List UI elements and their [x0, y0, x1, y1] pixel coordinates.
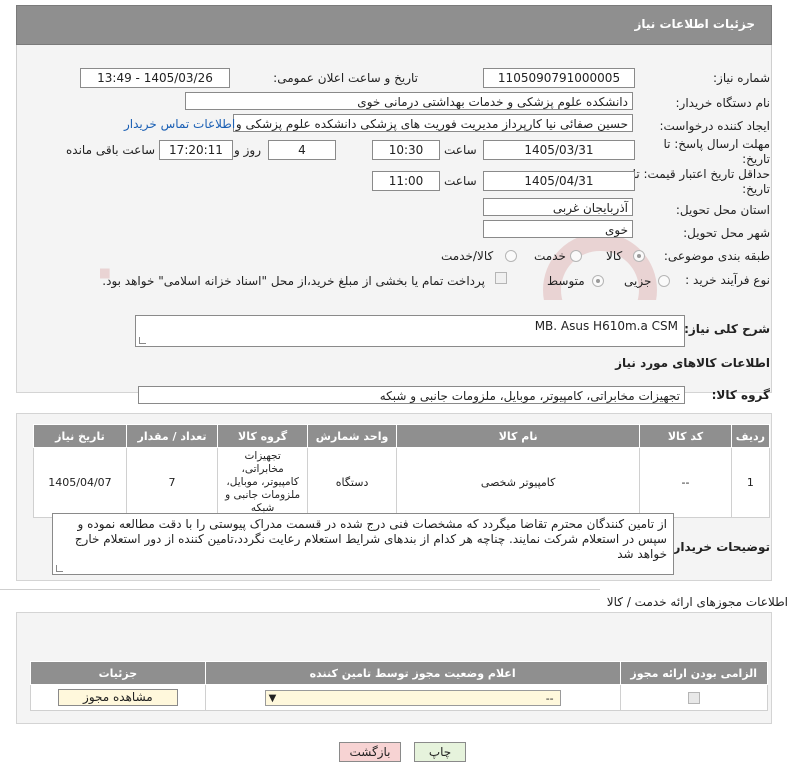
license-status-select[interactable]: -- ▼ [264, 689, 561, 706]
buyer-field: دانشکده علوم پزشکی و خدمات بهداشتی درمان… [185, 92, 633, 110]
deadline-date-field: 1405/03/31 [483, 140, 635, 160]
deadline-label: مهلت ارسال پاسخ: تا تاریخ: [663, 137, 770, 166]
header-bar: جزئیات اطلاعات نیاز [16, 5, 772, 45]
col-license-status: اعلام وضعیت مجوز توسط تامین کننده [204, 661, 621, 685]
back-button[interactable]: بازگشت [339, 742, 401, 762]
province-field: آذربایجان غربی [483, 198, 633, 216]
deadline-time-label: ساعت [444, 143, 477, 157]
city-label: شهر محل تحویل: [683, 226, 770, 240]
license-required-cell [619, 684, 769, 711]
cell-qty: 7 [125, 447, 219, 518]
col-row: ردیف [730, 424, 771, 448]
items-table: ردیف کد کالا نام کالا واحد شمارش گروه کا… [33, 424, 771, 518]
licenses-table: الزامی بودن ارائه مجوز اعلام وضعیت مجوز … [30, 661, 769, 711]
remaining-time-field: 17:20:11 [159, 140, 233, 160]
category-option-both: کالا/خدمت [441, 249, 494, 263]
process-label: نوع فرآیند خرید : [685, 273, 770, 287]
table-row: -- ▼ مشاهده مجوز [30, 684, 769, 711]
col-qty: تعداد / مقدار [125, 424, 219, 448]
category-radio-goods[interactable] [633, 250, 645, 262]
category-option-goods: کالا [606, 249, 623, 263]
buyer-notes-text: از تامین کنندگان محترم تقاضا میگردد که م… [74, 517, 667, 561]
page-title: جزئیات اطلاعات نیاز [634, 17, 755, 31]
license-required-checkbox[interactable] [687, 692, 700, 704]
treasury-payment-checkbox[interactable] [495, 272, 507, 284]
process-radio-medium[interactable] [592, 275, 604, 287]
goods-section-title: اطلاعات کالاهای مورد نیاز [615, 356, 770, 370]
view-license-button[interactable]: مشاهده مجوز [57, 689, 178, 706]
description-label: شرح کلی نیاز: [684, 322, 770, 336]
validity-time-label: ساعت [444, 174, 477, 188]
cell-group: تجهیزات مخابراتی، کامپیوتر، موبایل، ملزو… [217, 447, 309, 518]
table-row: 1 -- کامپیوتر شخصی دستگاه تجهیزات مخابرا… [33, 447, 771, 518]
licenses-title: اطلاعات مجوزهای ارائه خدمت / کالا [606, 595, 788, 609]
validity-label: حداقل تاریخ اعتبار قیمت: تا تاریخ: [632, 167, 770, 196]
process-option-minor: جزیی [624, 274, 652, 288]
category-radio-both[interactable] [505, 250, 517, 262]
buyer-notes-textarea[interactable]: از تامین کنندگان محترم تقاضا میگردد که م… [52, 513, 674, 575]
chevron-down-icon: ▼ [268, 692, 277, 704]
process-radio-minor[interactable] [658, 275, 670, 287]
deadline-time-field: 10:30 [372, 140, 440, 160]
col-license-required: الزامی بودن ارائه مجوز [619, 661, 769, 685]
resize-handle-icon[interactable] [139, 337, 146, 344]
col-code: کد کالا [639, 424, 732, 448]
goods-group-label: گروه کالا: [711, 388, 770, 402]
col-group: گروه کالا [217, 424, 309, 448]
resize-handle-icon[interactable] [56, 565, 63, 572]
col-license-details: جزئیات [30, 661, 206, 685]
buyer-notes-label: توضیحات خریدار: [668, 540, 770, 554]
buyer-contact-link[interactable]: اطلاعات تماس خریدار [124, 117, 235, 131]
license-status-cell: -- ▼ [204, 684, 621, 711]
treasury-payment-text: پرداخت تمام یا بخشی از مبلغ خرید،از محل … [102, 274, 485, 288]
validity-time-field: 11:00 [372, 171, 440, 191]
city-field: خوی [483, 220, 633, 238]
category-option-service: خدمت [534, 249, 566, 263]
province-label: استان محل تحویل: [675, 203, 770, 217]
col-unit: واحد شمارش [307, 424, 398, 448]
cell-name: کامپیوتر شخصی [396, 447, 641, 518]
days-field: 4 [268, 140, 336, 160]
col-name: نام کالا [396, 424, 641, 448]
announce-field: 1405/03/26 - 13:49 [80, 68, 230, 88]
process-option-medium: متوسط [547, 274, 585, 288]
category-radio-service[interactable] [570, 250, 582, 262]
announce-label: تاریخ و ساعت اعلان عمومی: [273, 71, 418, 85]
validity-date-field: 1405/04/31 [483, 171, 635, 191]
description-textarea[interactable]: MB. Asus H610m.a CSM [135, 315, 685, 347]
description-text: MB. Asus H610m.a CSM [534, 319, 678, 333]
license-status-value: -- [545, 691, 554, 705]
buyer-label: نام دستگاه خریدار: [675, 96, 771, 110]
cell-row: 1 [730, 447, 771, 518]
goods-group-field: تجهیزات مخابراتی، کامپیوتر، موبایل، ملزو… [138, 386, 685, 404]
requester-field: حسین صفائی نیا کارپرداز مدیریت فوریت های… [233, 114, 633, 132]
category-label: طبقه بندی موضوعی: [663, 249, 770, 263]
col-date: تاریخ نیاز [33, 424, 127, 448]
cell-code: -- [639, 447, 732, 518]
license-details-cell: مشاهده مجوز [30, 684, 206, 711]
cell-date: 1405/04/07 [33, 447, 127, 518]
licenses-divider [0, 589, 600, 590]
print-button[interactable]: چاپ [414, 742, 466, 762]
need-number-label: شماره نیاز: [713, 71, 770, 85]
need-number-field: 1105090791000005 [483, 68, 635, 88]
days-label: روز و [234, 143, 261, 157]
requester-label: ایجاد کننده درخواست: [659, 119, 770, 133]
remaining-label: ساعت باقی مانده [66, 143, 156, 157]
cell-unit: دستگاه [307, 447, 398, 518]
